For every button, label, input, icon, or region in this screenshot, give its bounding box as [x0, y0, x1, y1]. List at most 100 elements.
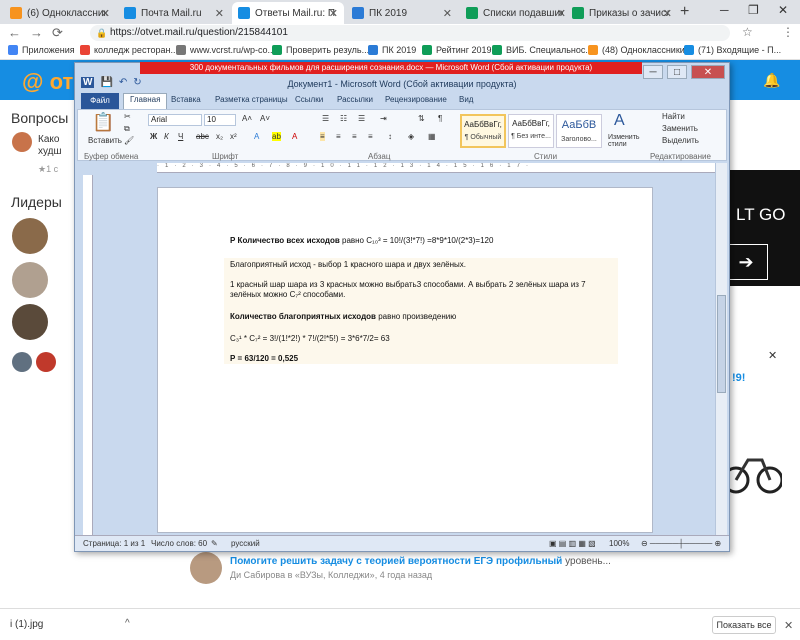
find-button[interactable]: Найти	[662, 112, 685, 121]
reload-icon[interactable]: ⟳	[52, 25, 63, 41]
style-no-spacing[interactable]: АаБбВвГг, ¶ Без инте...	[508, 114, 554, 148]
style-heading[interactable]: АаБбВ Заголово...	[556, 114, 602, 148]
view-buttons[interactable]: ▣ ▤ ▥ ▦ ▧	[549, 539, 596, 548]
tab-2[interactable]: Почта Mail.ru ✕	[118, 2, 230, 24]
tab-home[interactable]: Главная	[123, 93, 168, 109]
tab-layout[interactable]: Разметка страницы	[215, 95, 288, 104]
horizontal-ruler[interactable]: ·1·2·3·4·5·6·7·8·9·10·11·12·13·14·15·16·…	[157, 163, 717, 173]
avatar[interactable]	[12, 304, 48, 340]
close-icon[interactable]: ✕	[663, 7, 672, 20]
close-icon[interactable]: ✕	[691, 65, 725, 79]
close-icon[interactable]: ✕	[215, 7, 224, 20]
superscript-icon[interactable]: x²	[230, 132, 237, 141]
minimize-icon[interactable]: ─	[643, 65, 663, 79]
close-icon[interactable]: ✕	[101, 7, 110, 20]
site-logo[interactable]: @ от	[22, 69, 73, 95]
font-color-icon[interactable]: A	[292, 132, 297, 141]
language[interactable]: русский	[231, 539, 260, 548]
avatar[interactable]	[190, 552, 222, 584]
close-icon[interactable]: ✕	[768, 349, 777, 362]
bookmark-item[interactable]: ВИБ. Специальнос...	[492, 45, 593, 55]
indent-icon[interactable]: ⇥	[380, 114, 387, 123]
avatar[interactable]	[12, 262, 48, 298]
tab-4[interactable]: ПК 2019 ✕	[346, 2, 458, 24]
sort-icon[interactable]: ⇅	[418, 114, 425, 123]
select-button[interactable]: Выделить	[662, 136, 699, 145]
align-center-icon[interactable]: ≡	[336, 132, 341, 141]
question-snippet[interactable]: Како	[38, 134, 59, 145]
align-right-icon[interactable]: ≡	[352, 132, 357, 141]
cut-icon[interactable]: ✂	[124, 112, 131, 121]
font-size-select[interactable]: 10	[204, 114, 236, 126]
maximize-icon[interactable]: □	[667, 65, 687, 79]
bookmark-item[interactable]: Рейтинг 2019	[422, 45, 492, 55]
vertical-scrollbar[interactable]	[715, 163, 727, 538]
underline-icon[interactable]: Ч	[178, 132, 183, 141]
tab-mailings[interactable]: Рассылки	[337, 95, 373, 104]
justify-icon[interactable]: ≡	[368, 132, 373, 141]
arrow-right-icon[interactable]: ➔	[724, 244, 768, 280]
show-all-button[interactable]: Показать все	[712, 616, 776, 634]
copy-icon[interactable]: ⧉	[124, 124, 130, 134]
italic-icon[interactable]: К	[164, 132, 169, 141]
paste-icon[interactable]: 📋	[92, 112, 114, 133]
bookmark-item[interactable]: (71) Входящие - П...	[684, 45, 781, 55]
font-name-select[interactable]: Arial	[148, 114, 202, 126]
tab-references[interactable]: Ссылки	[295, 95, 323, 104]
bullets-icon[interactable]: ☰	[322, 114, 329, 123]
close-icon[interactable]: ✕	[329, 7, 338, 20]
multilevel-icon[interactable]: ☰	[358, 114, 365, 123]
tab-insert[interactable]: Вставка	[171, 95, 201, 104]
minimize-icon[interactable]: ─	[720, 3, 729, 17]
replace-button[interactable]: Заменить	[662, 124, 698, 133]
tab-6[interactable]: Приказы о зачисле ✕	[566, 2, 678, 24]
close-icon[interactable]: ✕	[784, 619, 793, 632]
scroll-thumb[interactable]	[717, 295, 726, 393]
bookmark-item[interactable]: www.vcrst.ru/wp-co...	[176, 45, 275, 55]
tab-review[interactable]: Рецензирование	[385, 95, 447, 104]
numbering-icon[interactable]: ☷	[340, 114, 347, 123]
question-title-link[interactable]: Помогите решить задачу с теорией вероятн…	[230, 556, 611, 567]
tab-3[interactable]: Ответы Mail.ru: Пом ✕	[232, 2, 344, 24]
change-styles-button[interactable]: Изменить стили	[608, 134, 648, 148]
vertical-ruler[interactable]	[83, 175, 93, 535]
close-icon[interactable]: ✕	[557, 7, 566, 20]
line-spacing-icon[interactable]: ↕	[388, 132, 392, 141]
shading-icon[interactable]: ◈	[408, 132, 414, 141]
avatar[interactable]	[12, 132, 32, 152]
strikethrough-icon[interactable]: abc	[196, 132, 209, 141]
url-input[interactable]: 🔒 https://otvet.mail.ru/question/2158441…	[90, 25, 730, 41]
maximize-icon[interactable]: ❐	[748, 3, 759, 17]
question-snippet[interactable]: худш	[38, 146, 62, 157]
bell-icon[interactable]: 🔔	[763, 72, 780, 89]
grow-font-icon[interactable]: A˄	[242, 114, 252, 123]
change-styles-icon[interactable]: A	[614, 112, 625, 130]
pilcrow-icon[interactable]: ¶	[438, 114, 442, 123]
bookmark-item[interactable]: Проверить резуль...	[272, 45, 369, 55]
close-icon[interactable]: ✕	[443, 7, 452, 20]
spellcheck-icon[interactable]: ✎	[211, 539, 218, 548]
highlight-icon[interactable]: ab	[272, 132, 281, 141]
tab-view[interactable]: Вид	[459, 95, 473, 104]
style-normal[interactable]: АаБбВвГг, ¶ Обычный	[460, 114, 506, 148]
tab-file[interactable]: Файл	[81, 93, 119, 109]
word-count[interactable]: Число слов: 60	[151, 539, 207, 548]
zoom-level[interactable]: 100%	[609, 539, 629, 548]
document-page[interactable]: Р Количество всех исходов равно С₁₀³ = 1…	[157, 187, 653, 533]
tab-1[interactable]: (6) Одноклассники ✕	[4, 2, 116, 24]
paste-button[interactable]: Вставить	[88, 136, 122, 145]
new-tab-button[interactable]: +	[680, 3, 689, 21]
forward-icon[interactable]: →	[30, 25, 43, 40]
avatar[interactable]	[12, 352, 32, 372]
align-left-icon[interactable]: ≡	[320, 132, 325, 141]
menu-icon[interactable]: ⋮	[782, 25, 794, 39]
page-count[interactable]: Страница: 1 из 1	[83, 539, 145, 548]
bookmark-item[interactable]: ПК 2019	[368, 45, 416, 55]
borders-icon[interactable]: ▦	[428, 132, 436, 141]
bookmark-item[interactable]: (48) Одноклассники	[588, 45, 685, 55]
text-effects-icon[interactable]: A	[254, 132, 259, 141]
bookmark-item[interactable]: колледж ресторан...	[80, 45, 178, 55]
format-painter-icon[interactable]: 🖌	[124, 136, 134, 145]
avatar[interactable]	[36, 352, 56, 372]
avatar[interactable]	[12, 218, 48, 254]
